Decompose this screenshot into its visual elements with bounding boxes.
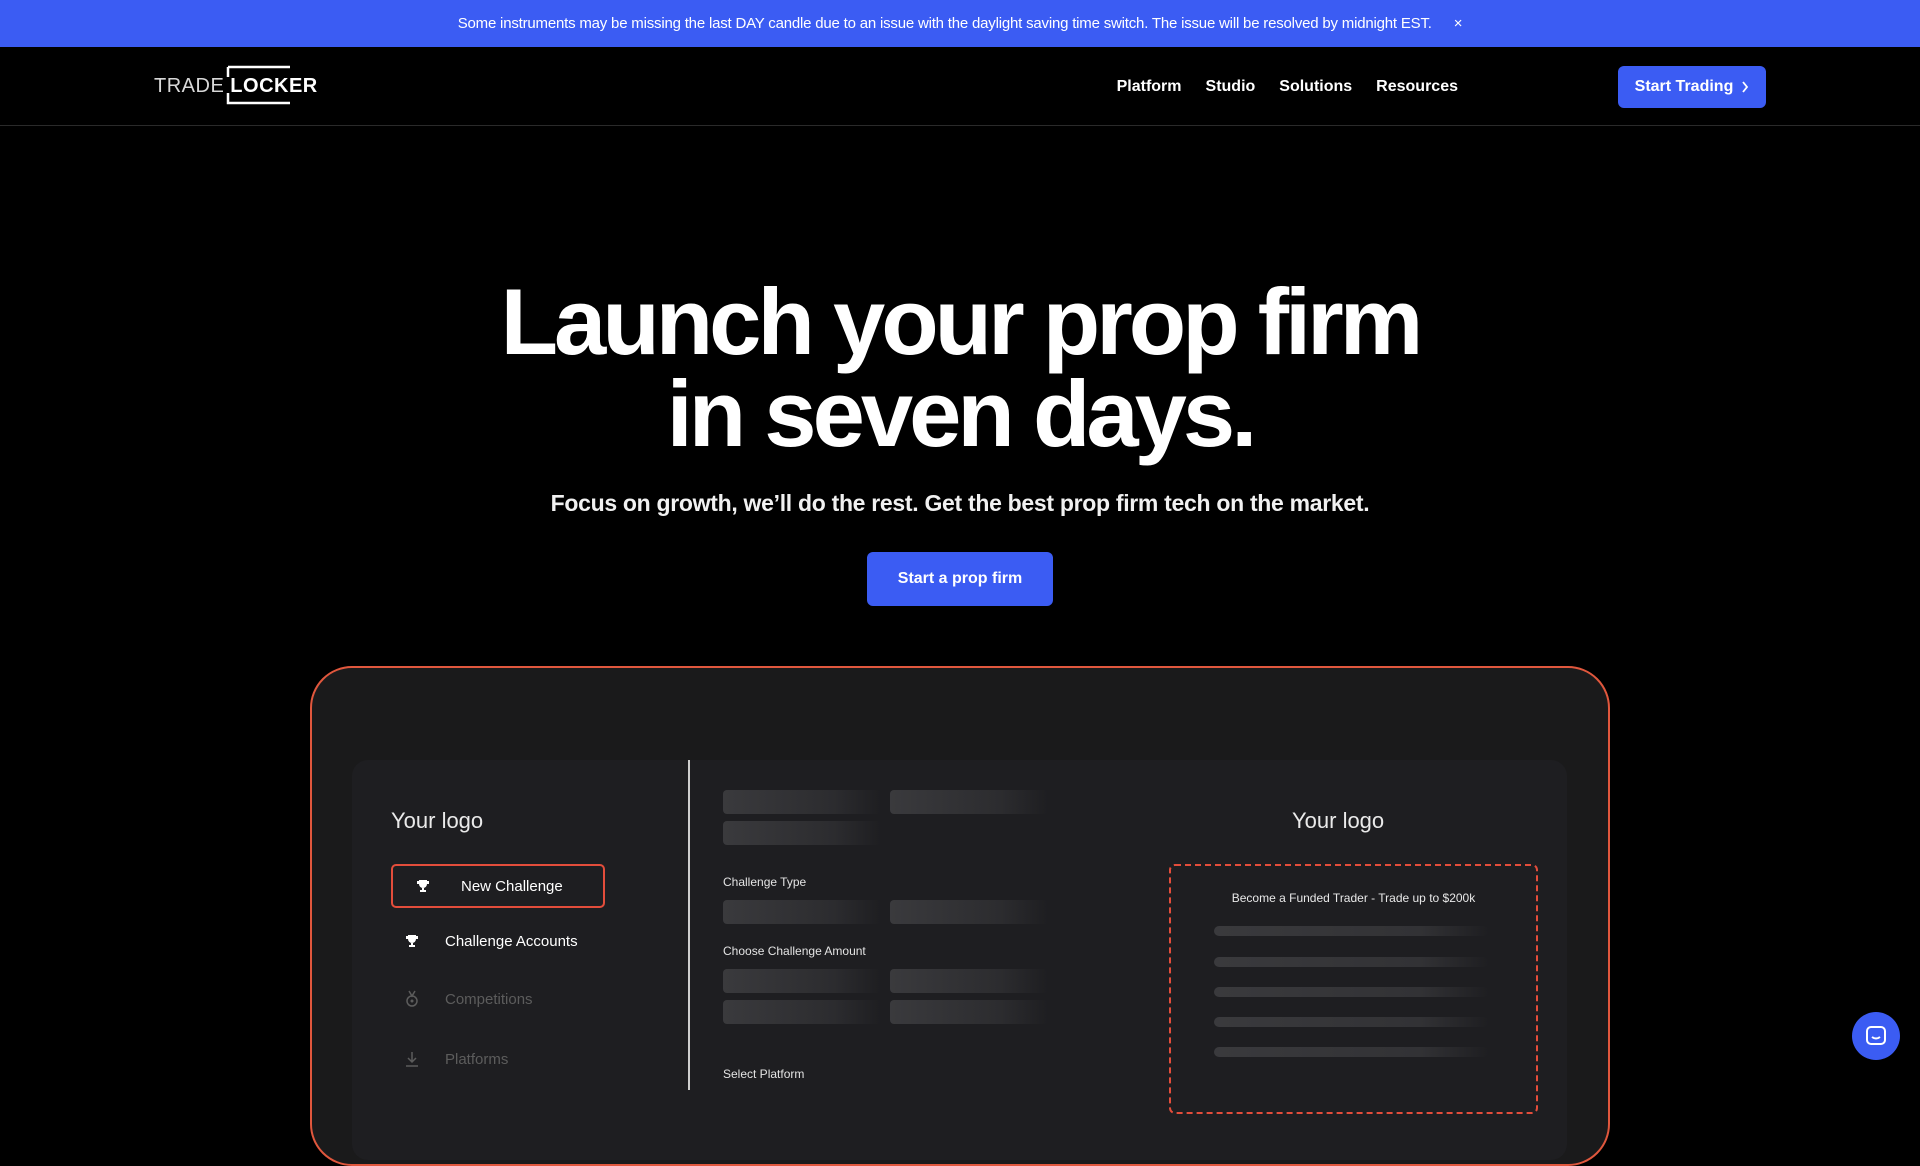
nav-link-studio[interactable]: Studio	[1206, 78, 1256, 96]
logo-trade-text: TRADE	[154, 74, 225, 97]
nav-link-solutions[interactable]: Solutions	[1279, 78, 1352, 96]
banner-message: Some instruments may be missing the last…	[457, 15, 1432, 32]
hero-subtitle: Focus on growth, we’ll do the rest. Get …	[550, 490, 1370, 516]
chevron-right-icon	[1742, 81, 1749, 93]
challenge-type-option[interactable]	[723, 900, 881, 924]
chat-support-button[interactable]	[1852, 1012, 1900, 1060]
challenge-amount-option[interactable]	[723, 969, 881, 993]
skeleton-field	[890, 790, 1048, 814]
card-skeleton-line	[1214, 926, 1489, 936]
nav-links: Platform Studio Solutions Resources	[1117, 67, 1458, 107]
download-icon	[404, 1050, 420, 1068]
logo-locker-text: LOCKER	[226, 65, 317, 104]
card-title: Become a Funded Trader - Trade up to $20…	[1231, 891, 1476, 905]
start-prop-firm-button[interactable]: Start a prop firm	[867, 552, 1053, 606]
logo-bracket-icon	[227, 65, 291, 104]
sidebar-item-label: Platforms	[445, 1050, 509, 1068]
start-trading-label: Start Trading	[1634, 78, 1734, 95]
challenge-amount-option[interactable]	[890, 969, 1048, 993]
hero-title-line2-wrap: in seven days.	[0, 360, 1920, 468]
skeleton-field	[723, 821, 881, 845]
card-skeleton-line	[1214, 987, 1489, 997]
sidebar-item-label: Challenge Accounts	[445, 932, 578, 950]
hero-title-line2: in seven days.	[666, 361, 1258, 466]
challenge-amount-option[interactable]	[723, 1000, 881, 1024]
challenge-type-option[interactable]	[890, 900, 1048, 924]
select-platform-label: Select Platform	[723, 1067, 805, 1081]
sidebar-item-challenge-accounts[interactable]: Challenge Accounts	[404, 932, 578, 950]
skeleton-field	[723, 790, 881, 814]
sidebar-item-label: New Challenge	[461, 877, 563, 895]
tradelocker-logo[interactable]: TRADE LOCKER	[154, 65, 318, 107]
start-trading-button[interactable]: Start Trading	[1618, 66, 1766, 108]
top-navigation: TRADE LOCKER Platform Studio Solutions R…	[0, 47, 1920, 126]
mockup-left-logo: Your logo	[391, 808, 484, 833]
banner-close-button[interactable]: ×	[1454, 15, 1463, 32]
sidebar-divider	[688, 760, 690, 1090]
sidebar-item-competitions[interactable]: Competitions	[404, 990, 533, 1008]
nav-link-platform[interactable]: Platform	[1117, 78, 1182, 96]
challenge-type-label: Challenge Type	[723, 875, 807, 889]
challenge-amount-label: Choose Challenge Amount	[723, 944, 866, 958]
nav-link-resources[interactable]: Resources	[1376, 78, 1458, 96]
sidebar-item-platforms[interactable]: Platforms	[404, 1050, 508, 1068]
announcement-banner: Some instruments may be missing the last…	[0, 0, 1920, 47]
card-skeleton-line	[1214, 957, 1489, 967]
chat-icon	[1866, 1026, 1886, 1045]
funded-trader-card: Become a Funded Trader - Trade up to $20…	[1169, 864, 1538, 1114]
card-skeleton-line	[1214, 1017, 1489, 1027]
trophy-icon	[404, 932, 420, 950]
mockup-right-logo: Your logo	[1292, 808, 1385, 833]
sidebar-item-label: Competitions	[445, 990, 533, 1008]
sidebar-item-new-challenge[interactable]: New Challenge	[391, 864, 605, 908]
medal-icon	[404, 990, 420, 1008]
trophy-icon	[415, 877, 431, 895]
card-skeleton-line	[1214, 1047, 1489, 1057]
challenge-amount-option[interactable]	[890, 1000, 1048, 1024]
